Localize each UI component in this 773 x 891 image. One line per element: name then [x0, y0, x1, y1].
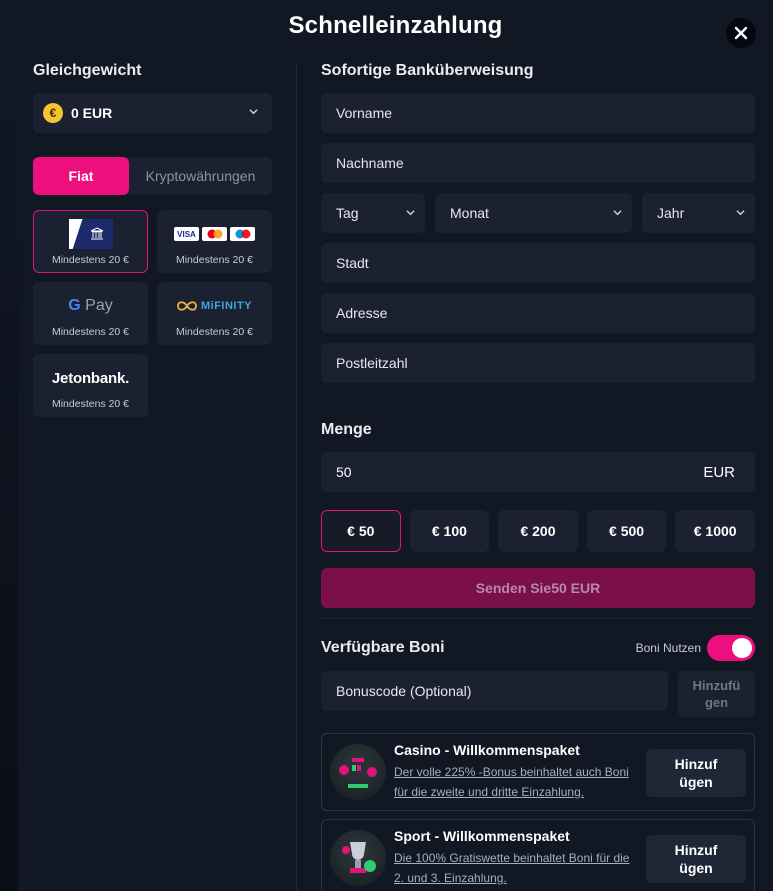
postcode-field[interactable]: Postleitzahl	[321, 343, 755, 383]
offer-add-button[interactable]: Hinzuf ügen	[646, 749, 746, 797]
bonus-offer-casino: Casino - Willkommenspaket Der volle 225%…	[321, 733, 755, 811]
month-select[interactable]: Monat	[435, 193, 632, 233]
bonuses-title: Verfügbare Boni	[321, 639, 445, 656]
jetonbank-icon: Jetonbank.	[51, 369, 130, 387]
payment-method-bank-transfer[interactable]: Mindestens 20 €	[33, 210, 148, 273]
mifinity-icon: MiFINITY	[177, 300, 252, 312]
min-amount: Mindestens 20 €	[51, 254, 130, 266]
amount-currency: EUR	[703, 463, 735, 481]
quick-amount-500[interactable]: € 500	[586, 510, 667, 552]
payment-method-jetonbank[interactable]: Jetonbank. Mindestens 20 €	[33, 354, 148, 417]
offer-title: Sport - Willkommenspaket	[394, 828, 570, 844]
bonus-code-input[interactable]: Bonuscode (Optional)	[321, 671, 668, 711]
close-button[interactable]	[726, 18, 756, 48]
bonus-toggle-group: Boni Nutzen	[636, 635, 755, 661]
close-icon	[734, 26, 748, 40]
year-select[interactable]: Jahr	[642, 193, 755, 233]
offer-description-link[interactable]: Der volle 225% -Bonus beinhaltet auch Bo…	[394, 762, 634, 802]
mastercard-icon	[202, 227, 227, 241]
chevron-down-icon	[613, 210, 622, 216]
quick-amount-50[interactable]: € 50	[321, 510, 401, 552]
quick-amount-200[interactable]: € 200	[498, 510, 578, 552]
payment-method-cards[interactable]: VISA Mindestens 20 €	[157, 210, 272, 273]
day-label: Tag	[336, 205, 359, 221]
bonus-offer-sport: Sport - Willkommenspaket Die 100% Gratis…	[321, 819, 755, 891]
visa-icon: VISA	[174, 227, 199, 241]
send-button[interactable]: Senden Sie50 EUR	[321, 568, 755, 608]
column-divider	[296, 62, 297, 891]
offer-description-link[interactable]: Die 100% Gratiswette beinhaltet Boni für…	[394, 848, 634, 888]
euro-coin-icon: €	[43, 103, 63, 123]
modal-title: Schnelleinzahlung	[288, 12, 503, 39]
offer-add-button[interactable]: Hinzuf ügen	[646, 835, 746, 883]
google-pay-icon: G Pay	[68, 297, 113, 314]
quick-amounts: € 50 € 100 € 200 € 500 € 1000	[321, 510, 755, 552]
casino-offer-image	[330, 744, 386, 800]
offer-title: Casino - Willkommenspaket	[394, 742, 580, 758]
currency-tabs: Fiat Kryptowährungen	[33, 157, 272, 195]
sport-offer-image	[330, 830, 386, 886]
first-name-field[interactable]: Vorname	[321, 93, 755, 133]
amount-input[interactable]: 50 EUR	[321, 452, 755, 492]
balance-label: Gleichgewicht	[33, 62, 142, 79]
balance-value: 0 EUR	[71, 105, 113, 121]
payment-method-mifinity[interactable]: MiFINITY Mindestens 20 €	[157, 282, 272, 345]
quick-amount-1000[interactable]: € 1000	[675, 510, 755, 552]
address-field[interactable]: Adresse	[321, 293, 755, 333]
left-column: Gleichgewicht € 0 EUR Fiat Kryptowährung…	[33, 62, 272, 417]
page-backdrop	[0, 0, 18, 891]
amount-label: Menge	[321, 421, 372, 438]
balance-select[interactable]: € 0 EUR	[33, 93, 272, 133]
year-label: Jahr	[657, 205, 685, 221]
min-amount: Mindestens 20 €	[51, 398, 130, 410]
chevron-down-icon	[406, 210, 415, 216]
day-select[interactable]: Tag	[321, 193, 425, 233]
tab-fiat[interactable]: Fiat	[33, 157, 129, 195]
bonus-toggle-label: Boni Nutzen	[635, 641, 701, 655]
month-label: Monat	[450, 205, 489, 221]
bonus-code-row: Bonuscode (Optional) Hinzufü gen	[321, 671, 755, 717]
card-brands-icon: VISA	[174, 227, 255, 241]
quick-amount-100[interactable]: € 100	[409, 510, 490, 552]
payment-method-google-pay[interactable]: G Pay Mindestens 20 €	[33, 282, 148, 345]
payment-methods: Mindestens 20 € VISA Mindestens 20 € G P…	[33, 210, 272, 417]
maestro-icon	[230, 227, 255, 241]
toggle-knob	[732, 638, 752, 658]
last-name-field[interactable]: Nachname	[321, 143, 755, 183]
min-amount: Mindestens 20 €	[175, 254, 254, 266]
chevron-down-icon	[249, 109, 258, 115]
bank-icon	[68, 219, 113, 249]
deposit-modal: Schnelleinzahlung Gleichgewicht € 0 EUR …	[18, 0, 773, 891]
birthdate-row: Tag Monat Jahr	[321, 193, 755, 233]
right-column: Sofortige Banküberweisung Vorname Nachna…	[321, 62, 755, 891]
amount-value: 50	[336, 464, 352, 480]
min-amount: Mindestens 20 €	[51, 326, 130, 338]
bonuses-header: Verfügbare Boni Boni Nutzen	[321, 635, 755, 661]
min-amount: Mindestens 20 €	[175, 326, 254, 338]
divider	[321, 618, 755, 619]
tab-crypto[interactable]: Kryptowährungen	[129, 157, 272, 195]
city-field[interactable]: Stadt	[321, 243, 755, 283]
bonus-toggle[interactable]	[707, 635, 755, 661]
bonus-add-button[interactable]: Hinzufü gen	[678, 671, 755, 717]
chevron-down-icon	[736, 210, 745, 216]
form-title: Sofortige Banküberweisung	[321, 62, 534, 79]
